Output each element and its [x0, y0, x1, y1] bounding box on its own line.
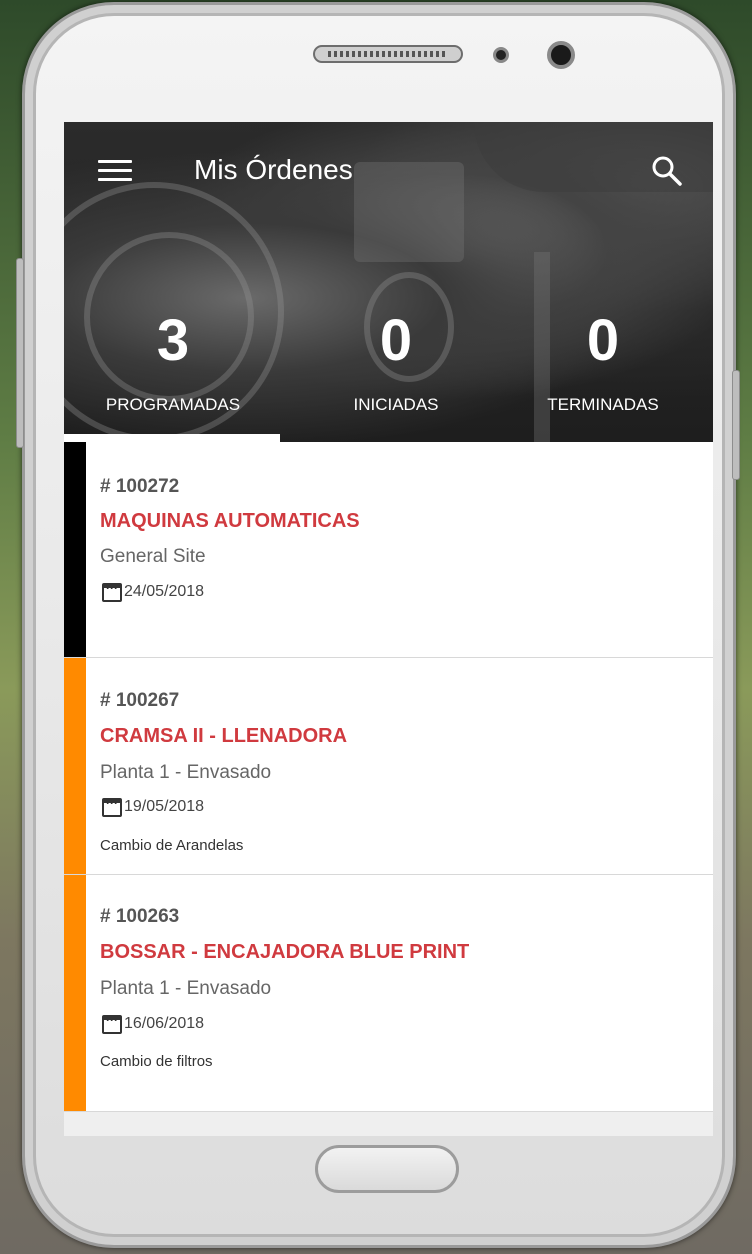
- order-name: CRAMSA II - LLENADORA: [100, 725, 348, 747]
- order-site: General Site: [100, 546, 206, 567]
- calendar-icon: [102, 1013, 122, 1034]
- terminadas-count: 0: [586, 308, 620, 373]
- front-camera: [547, 41, 575, 69]
- tab-terminadas[interactable]: TERMINADAS: [503, 395, 703, 415]
- active-tab-indicator: [64, 434, 280, 442]
- order-name: BOSSAR - ENCAJADORA BLUE PRINT: [100, 941, 470, 963]
- proximity-sensor: [493, 47, 509, 63]
- order-date: 24/05/2018: [124, 583, 205, 600]
- speaker-grille: [313, 45, 463, 63]
- status-bar: [64, 658, 86, 874]
- side-volume-button: [16, 258, 24, 448]
- order-name: MAQUINAS AUTOMATICAS: [100, 510, 360, 532]
- order-card[interactable]: # 100272 MAQUINAS AUTOMATICAS General Si…: [64, 442, 713, 658]
- order-site: Planta 1 - Envasado: [100, 978, 272, 999]
- order-site: Planta 1 - Envasado: [100, 762, 272, 783]
- order-number: # 100267: [100, 690, 180, 711]
- order-description: Cambio de filtros: [100, 1053, 213, 1070]
- order-description: Cambio de Arandelas: [100, 837, 244, 854]
- iniciadas-count: 0: [379, 308, 413, 373]
- order-date: 16/06/2018: [124, 1015, 205, 1032]
- search-icon[interactable]: [650, 154, 684, 188]
- tab-iniciadas[interactable]: INICIADAS: [296, 395, 496, 415]
- machine-block-decoration: [354, 162, 464, 262]
- side-power-button: [732, 370, 740, 480]
- calendar-icon: [102, 581, 122, 602]
- order-number: # 100272: [100, 476, 180, 497]
- app-screen: Mis Órdenes 3 PROGRAMADAS 0 INICIADAS 0 …: [64, 122, 713, 1136]
- status-bar: [64, 442, 86, 657]
- status-bar: [64, 875, 86, 1111]
- programadas-count: 3: [156, 308, 190, 373]
- order-card[interactable]: # 100267 CRAMSA II - LLENADORA Planta 1 …: [64, 658, 713, 875]
- page-title: Mis Órdenes: [194, 154, 353, 185]
- menu-icon[interactable]: [98, 160, 132, 184]
- tab-programadas[interactable]: PROGRAMADAS: [73, 395, 273, 415]
- calendar-icon: [102, 796, 122, 817]
- order-date: 19/05/2018: [124, 798, 205, 815]
- header-banner: Mis Órdenes 3 PROGRAMADAS 0 INICIADAS 0 …: [64, 122, 713, 442]
- home-button[interactable]: [315, 1145, 459, 1193]
- order-card[interactable]: # 100263 BOSSAR - ENCAJADORA BLUE PRINT …: [64, 875, 713, 1112]
- order-number: # 100263: [100, 906, 180, 927]
